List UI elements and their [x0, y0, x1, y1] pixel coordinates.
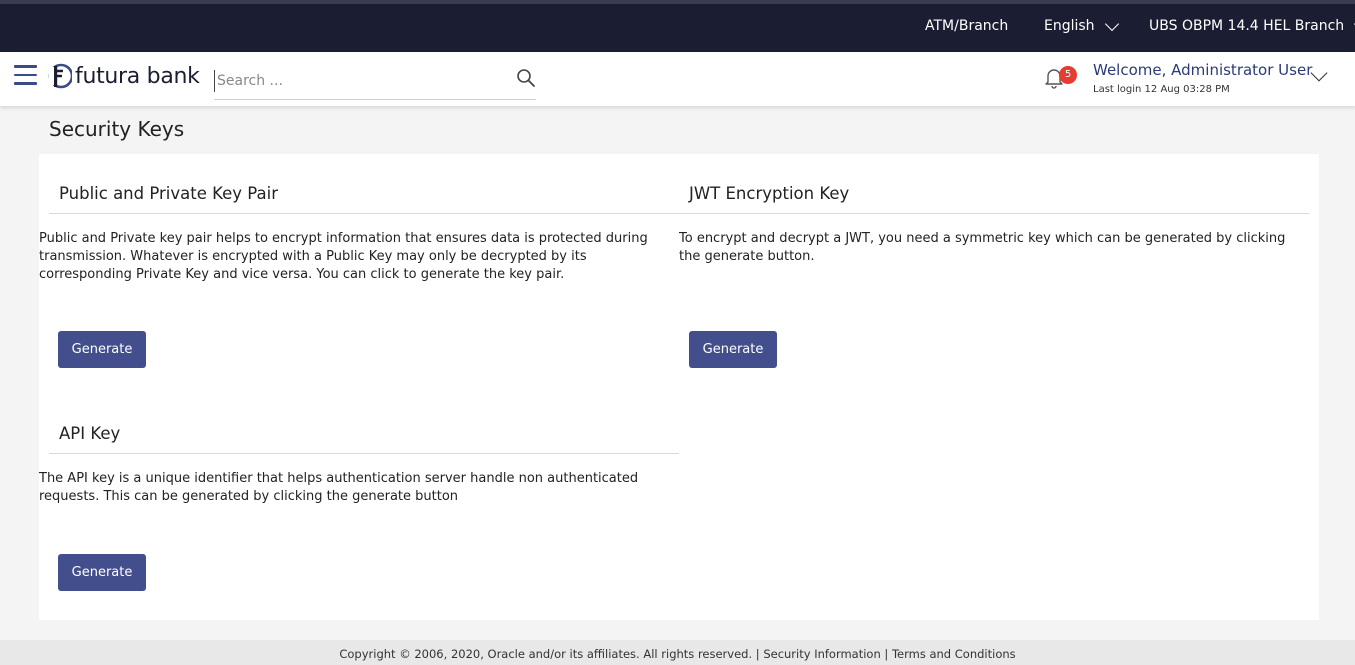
notification-badge: 5	[1059, 66, 1077, 84]
branch-selector[interactable]: UBS OBPM 14.4 HEL Branch	[1149, 16, 1355, 34]
chevron-down-icon[interactable]	[1310, 64, 1328, 82]
search-input[interactable]	[214, 70, 504, 92]
generate-key-pair-button[interactable]: Generate	[58, 331, 146, 368]
welcome-text[interactable]: Welcome, Administrator User	[1093, 61, 1312, 79]
jwt-title: JWT Encryption Key	[679, 174, 1309, 214]
footer: Copyright © 2006, 2020, Oracle and/or it…	[0, 640, 1355, 665]
security-keys-card: Public and Private Key Pair Public and P…	[39, 154, 1319, 620]
copyright-text: Copyright © 2006, 2020, Oracle and/or it…	[339, 647, 753, 661]
terms-link[interactable]: Terms and Conditions	[892, 647, 1016, 661]
chevron-down-icon	[1104, 16, 1119, 31]
key-pair-section: Public and Private Key Pair Public and P…	[39, 174, 679, 284]
api-key-title: API Key	[49, 414, 679, 454]
jwt-description: To encrypt and decrypt a JWT, you need a…	[679, 231, 1286, 264]
logo-text: futura bank	[75, 63, 200, 89]
security-information-link[interactable]: Security Information	[763, 647, 880, 661]
page-title: Security Keys	[49, 117, 185, 141]
app-header: futura bank 5 Welcome, Administrator Use…	[0, 52, 1355, 106]
logo[interactable]: futura bank	[48, 63, 200, 89]
api-key-description: The API key is a unique identifier that …	[39, 471, 639, 504]
language-label: English	[1044, 18, 1095, 34]
top-bar: ATM/Branch English UBS OBPM 14.4 HEL Bra…	[0, 0, 1355, 52]
language-selector[interactable]: English	[1044, 16, 1119, 34]
footer-separator: |	[755, 647, 760, 661]
api-key-section: API Key The API key is a unique identifi…	[39, 414, 679, 506]
generate-jwt-button[interactable]: Generate	[689, 331, 777, 368]
jwt-section: JWT Encryption Key To encrypt and decryp…	[679, 174, 1309, 266]
last-login-text: Last login 12 Aug 03:28 PM	[1093, 84, 1230, 95]
branch-label: UBS OBPM 14.4 HEL Branch	[1149, 18, 1345, 34]
generate-api-key-button[interactable]: Generate	[58, 554, 146, 591]
atm-branch-label: ATM/Branch	[925, 18, 1009, 34]
futura-logo-icon	[48, 63, 72, 89]
menu-icon[interactable]	[14, 65, 37, 85]
search-icon[interactable]	[516, 68, 536, 88]
key-pair-description: Public and Private key pair helps to enc…	[39, 231, 648, 282]
footer-separator: |	[884, 647, 889, 661]
key-pair-title: Public and Private Key Pair	[49, 174, 679, 214]
atm-branch-link[interactable]: ATM/Branch	[925, 18, 1008, 34]
search-box	[214, 64, 536, 100]
